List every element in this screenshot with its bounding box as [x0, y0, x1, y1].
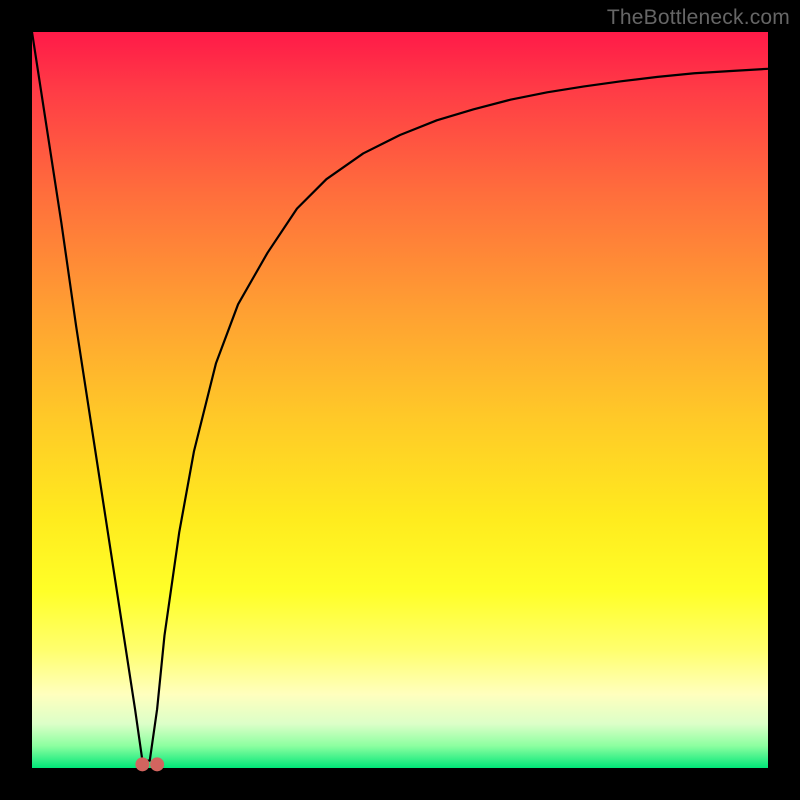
chart-frame: TheBottleneck.com [0, 0, 800, 800]
watermark-text: TheBottleneck.com [607, 6, 790, 30]
curve-svg [32, 32, 768, 768]
plot-area [32, 32, 768, 768]
minimum-marker [135, 757, 149, 771]
bottleneck-curve [32, 32, 768, 761]
minimum-marker [150, 757, 164, 771]
